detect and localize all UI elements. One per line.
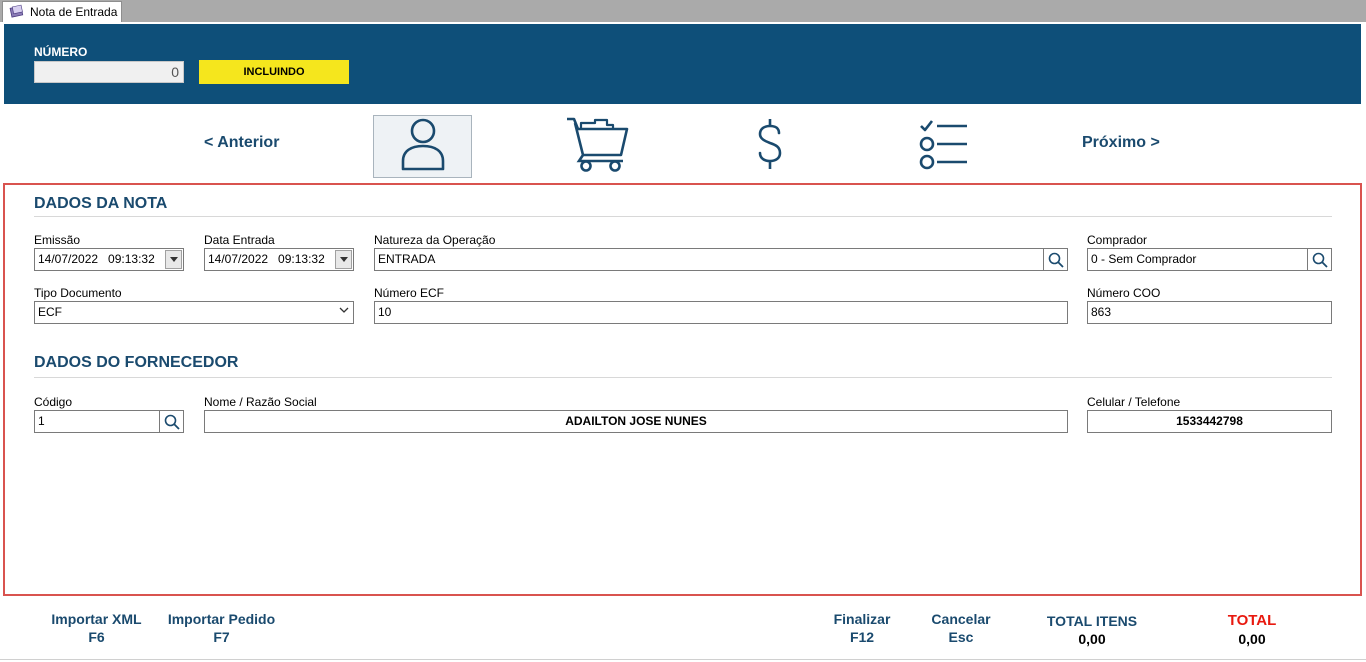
number-field: 0 bbox=[34, 61, 184, 83]
importar-pedido-label: Importar Pedido bbox=[167, 611, 276, 627]
importar-xml-label: Importar XML bbox=[51, 611, 142, 627]
cancelar-shortcut: Esc bbox=[948, 629, 974, 645]
telefone-label: Celular / Telefone bbox=[1087, 395, 1181, 409]
header-band: NÚMERO 0 INCLUINDO bbox=[4, 24, 1361, 104]
numero-ecf-label: Número ECF bbox=[374, 286, 445, 300]
importar-xml-button[interactable]: Importar XML F6 bbox=[40, 610, 153, 646]
main-panel: DADOS DA NOTA Emissão 14/07/2022 09:13:3… bbox=[3, 183, 1362, 596]
step-pagamento-button[interactable] bbox=[720, 115, 819, 178]
section-divider bbox=[34, 216, 1332, 217]
search-icon bbox=[164, 414, 180, 430]
app-window: Nota de Entrada NÚMERO 0 INCLUINDO < Ant… bbox=[0, 0, 1366, 662]
total-itens-label: TOTAL ITENS bbox=[1046, 613, 1138, 629]
search-icon bbox=[1048, 252, 1064, 268]
section-title-fornecedor: DADOS DO FORNECEDOR bbox=[34, 354, 239, 371]
natureza-search-button[interactable] bbox=[1044, 248, 1068, 271]
cancelar-label: Cancelar bbox=[931, 611, 991, 627]
numero-coo-label: Número COO bbox=[1087, 286, 1161, 300]
numero-ecf-input[interactable]: 10 bbox=[374, 301, 1068, 324]
codigo-label: Código bbox=[34, 395, 73, 409]
total-itens-block: TOTAL ITENS 0,00 bbox=[1032, 612, 1152, 648]
cart-icon bbox=[565, 115, 631, 178]
finalizar-label: Finalizar bbox=[833, 611, 891, 627]
step-itens-button[interactable] bbox=[548, 115, 647, 178]
importar-pedido-button[interactable]: Importar Pedido F7 bbox=[160, 610, 283, 646]
section-divider bbox=[34, 377, 1332, 378]
total-itens-value: 0,00 bbox=[1078, 631, 1106, 647]
step-fornecedor-button[interactable] bbox=[373, 115, 472, 178]
comprador-input[interactable]: 0 - Sem Comprador bbox=[1087, 248, 1308, 271]
chevron-down-icon bbox=[169, 257, 178, 262]
importar-pedido-shortcut: F7 bbox=[213, 629, 230, 645]
document-icon bbox=[9, 4, 30, 21]
codigo-input[interactable]: 1 bbox=[34, 410, 160, 433]
next-button[interactable]: Próximo > bbox=[1082, 134, 1160, 152]
finalizar-shortcut: F12 bbox=[849, 629, 875, 645]
emissao-label: Emissão bbox=[34, 233, 81, 247]
tipo-documento-value: ECF bbox=[38, 305, 62, 319]
codigo-search-button[interactable] bbox=[160, 410, 184, 433]
dollar-icon bbox=[755, 117, 785, 176]
finalizar-button[interactable]: Finalizar F12 bbox=[822, 610, 902, 646]
user-icon bbox=[399, 117, 447, 176]
emissao-value: 14/07/2022 09:13:32 bbox=[38, 252, 155, 266]
nome-razao-social-field: ADAILTON JOSE NUNES bbox=[204, 410, 1068, 433]
total-value: 0,00 bbox=[1238, 631, 1266, 647]
chevron-down-icon bbox=[339, 307, 349, 313]
data-entrada-label: Data Entrada bbox=[204, 233, 275, 247]
natureza-input[interactable]: ENTRADA bbox=[374, 248, 1044, 271]
tipo-documento-label: Tipo Documento bbox=[34, 286, 122, 300]
tab-nota-de-entrada[interactable]: Nota de Entrada bbox=[2, 1, 122, 22]
search-icon bbox=[1312, 252, 1328, 268]
total-block: TOTAL 0,00 bbox=[1212, 612, 1292, 648]
status-badge: INCLUINDO bbox=[199, 60, 349, 84]
comprador-label: Comprador bbox=[1087, 233, 1148, 247]
emissao-dropdown-button[interactable] bbox=[165, 250, 182, 269]
comprador-search-button[interactable] bbox=[1308, 248, 1332, 271]
tab-strip: Nota de Entrada bbox=[0, 0, 1366, 22]
data-entrada-dropdown-button[interactable] bbox=[335, 250, 352, 269]
checklist-icon bbox=[919, 118, 969, 175]
data-entrada-value: 14/07/2022 09:13:32 bbox=[208, 252, 325, 266]
telefone-field: 1533442798 bbox=[1087, 410, 1332, 433]
emissao-datetime-picker[interactable]: 14/07/2022 09:13:32 bbox=[34, 248, 184, 271]
data-entrada-datetime-picker[interactable]: 14/07/2022 09:13:32 bbox=[204, 248, 354, 271]
importar-xml-shortcut: F6 bbox=[88, 629, 105, 645]
cancelar-button[interactable]: Cancelar Esc bbox=[921, 610, 1001, 646]
natureza-label: Natureza da Operação bbox=[374, 233, 496, 247]
previous-button[interactable]: < Anterior bbox=[204, 134, 279, 152]
section-title-nota: DADOS DA NOTA bbox=[34, 195, 168, 212]
tipo-documento-select[interactable]: ECF bbox=[34, 301, 354, 324]
total-label: TOTAL bbox=[1227, 612, 1277, 629]
number-label: NÚMERO bbox=[34, 45, 88, 59]
step-conferencia-button[interactable] bbox=[894, 115, 993, 178]
nome-label: Nome / Razão Social bbox=[204, 395, 317, 409]
chevron-down-icon bbox=[339, 257, 348, 262]
footer-divider bbox=[0, 659, 1366, 660]
numero-coo-input[interactable]: 863 bbox=[1087, 301, 1332, 324]
tab-label: Nota de Entrada bbox=[30, 5, 118, 19]
